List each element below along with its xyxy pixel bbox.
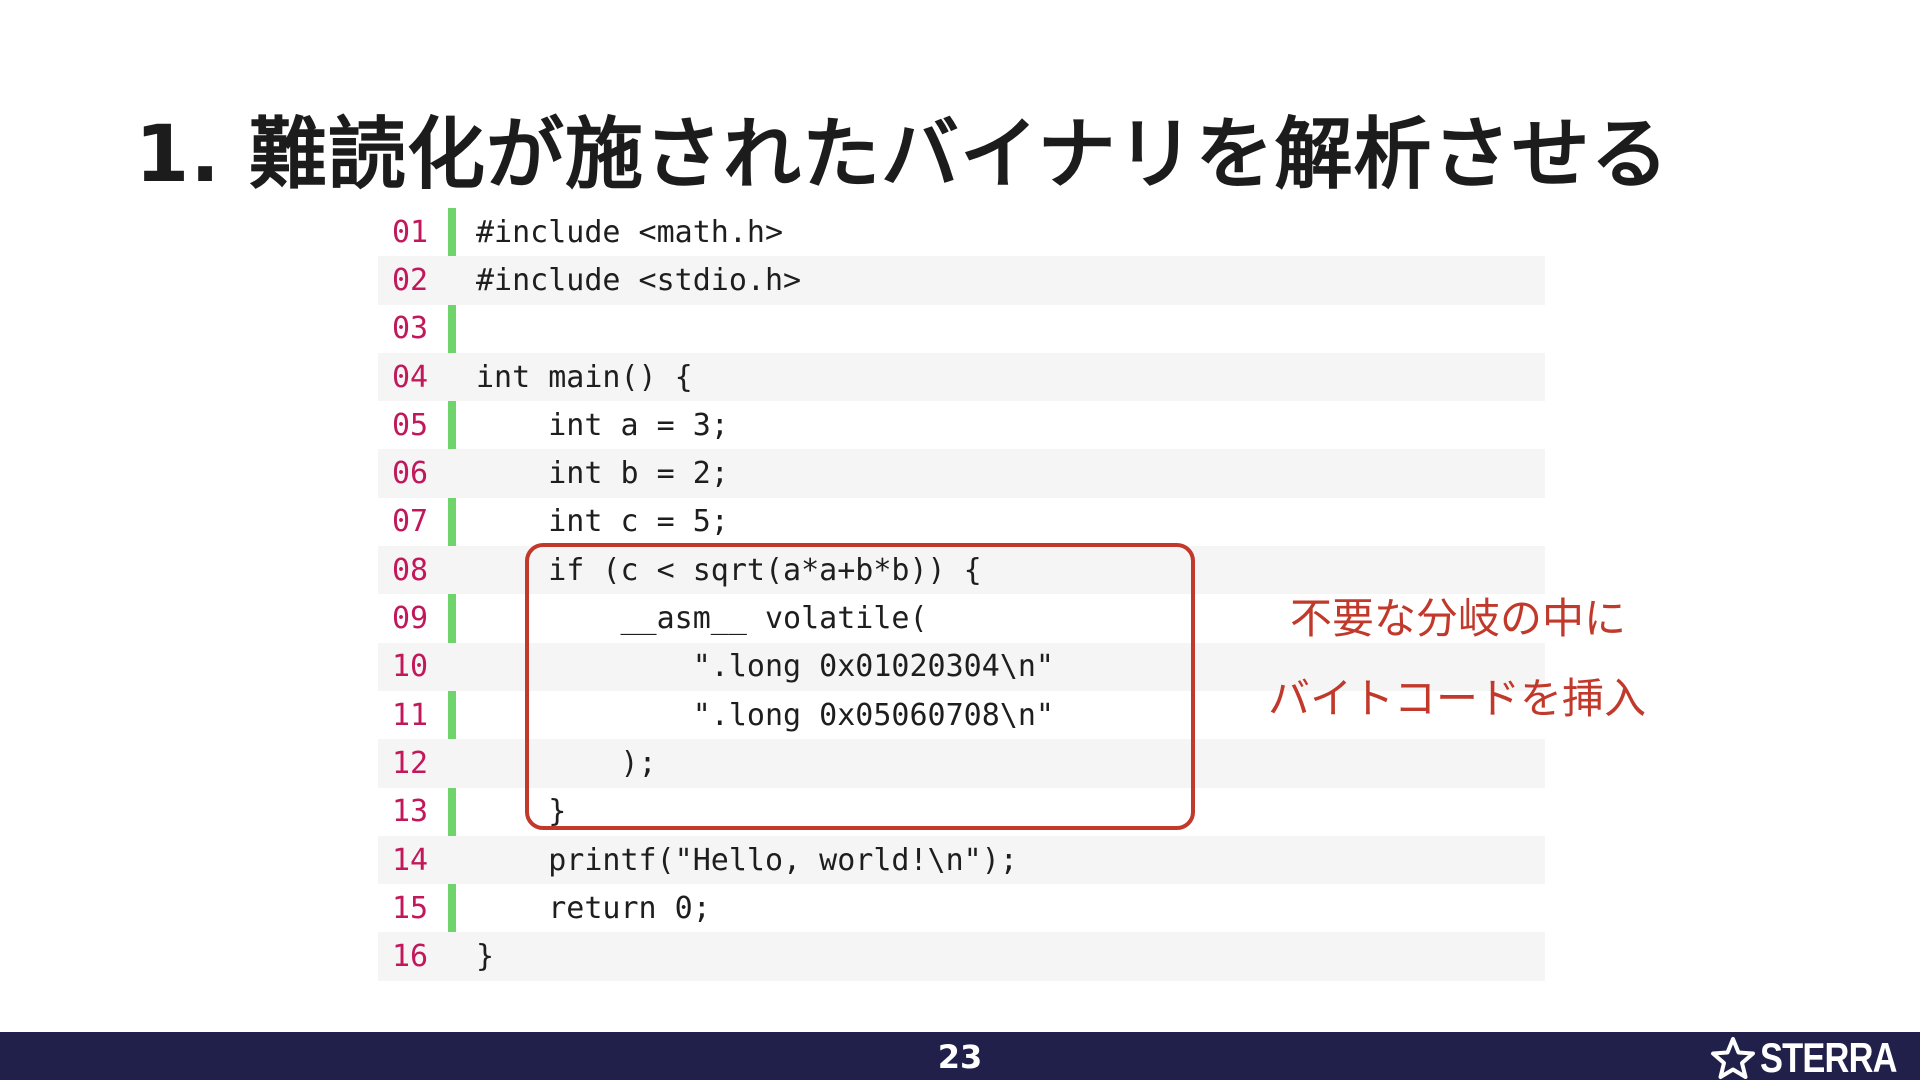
line-number: 02	[392, 262, 429, 298]
line-number: 03	[392, 311, 429, 347]
code-line: 02 #include <stdio.h>	[378, 256, 1545, 305]
code-line: 15 return 0;	[378, 884, 1545, 932]
logo-text: STERRA	[1760, 1034, 1898, 1080]
code-line: 14 printf("Hello, world!\n");	[378, 835, 1545, 885]
code-text: int c = 5;	[476, 504, 729, 540]
code-line: 16}	[378, 932, 1545, 981]
code-line: 03	[378, 305, 1545, 353]
code-text: #include <stdio.h>	[476, 262, 802, 298]
code-line: 04 int main() {	[378, 352, 1545, 402]
line-number: 13	[392, 794, 429, 830]
code-line: 05 int a = 3;	[378, 401, 1545, 449]
code-line-background	[378, 932, 1545, 981]
star-outline-icon	[1710, 1036, 1756, 1080]
line-number: 12	[392, 745, 429, 781]
line-number: 10	[392, 649, 429, 685]
sterra-logo: STERRA	[1710, 1034, 1910, 1080]
line-number: 14	[392, 842, 429, 878]
line-number: 15	[392, 890, 429, 926]
code-text: }	[476, 939, 495, 975]
line-number: 07	[392, 504, 429, 540]
line-number: 11	[392, 697, 429, 733]
code-text: int a = 3;	[476, 407, 729, 443]
line-number: 09	[392, 601, 429, 637]
line-number: 16	[392, 939, 429, 975]
line-number: 06	[392, 456, 429, 492]
code-line: 06 int b = 2;	[378, 449, 1545, 498]
slide-title: 1. 難読化が施されたバイナリを解析させる	[135, 110, 1670, 200]
line-number: 04	[392, 359, 429, 395]
highlight-box	[525, 543, 1195, 830]
code-text: return 0;	[476, 890, 711, 926]
annotation-line-2: バイトコードを挿入	[1268, 674, 1647, 723]
line-number: 01	[392, 214, 429, 250]
footer-bar: 23 STERRA	[0, 1032, 1920, 1080]
line-number: 08	[392, 552, 429, 588]
line-number: 05	[392, 407, 429, 443]
code-text: int main() {	[476, 359, 693, 395]
annotation-line-1: 不要な分岐の中に	[1290, 594, 1627, 643]
page-number: 23	[937, 1038, 983, 1076]
code-text: #include <math.h>	[476, 214, 784, 250]
code-text: printf("Hello, world!\n");	[476, 842, 1018, 878]
code-line: 07 int c = 5;	[378, 498, 1545, 546]
code-text: int b = 2;	[476, 456, 729, 492]
code-line-background	[378, 305, 1545, 353]
code-line: 01 #include <math.h>	[378, 208, 1545, 256]
